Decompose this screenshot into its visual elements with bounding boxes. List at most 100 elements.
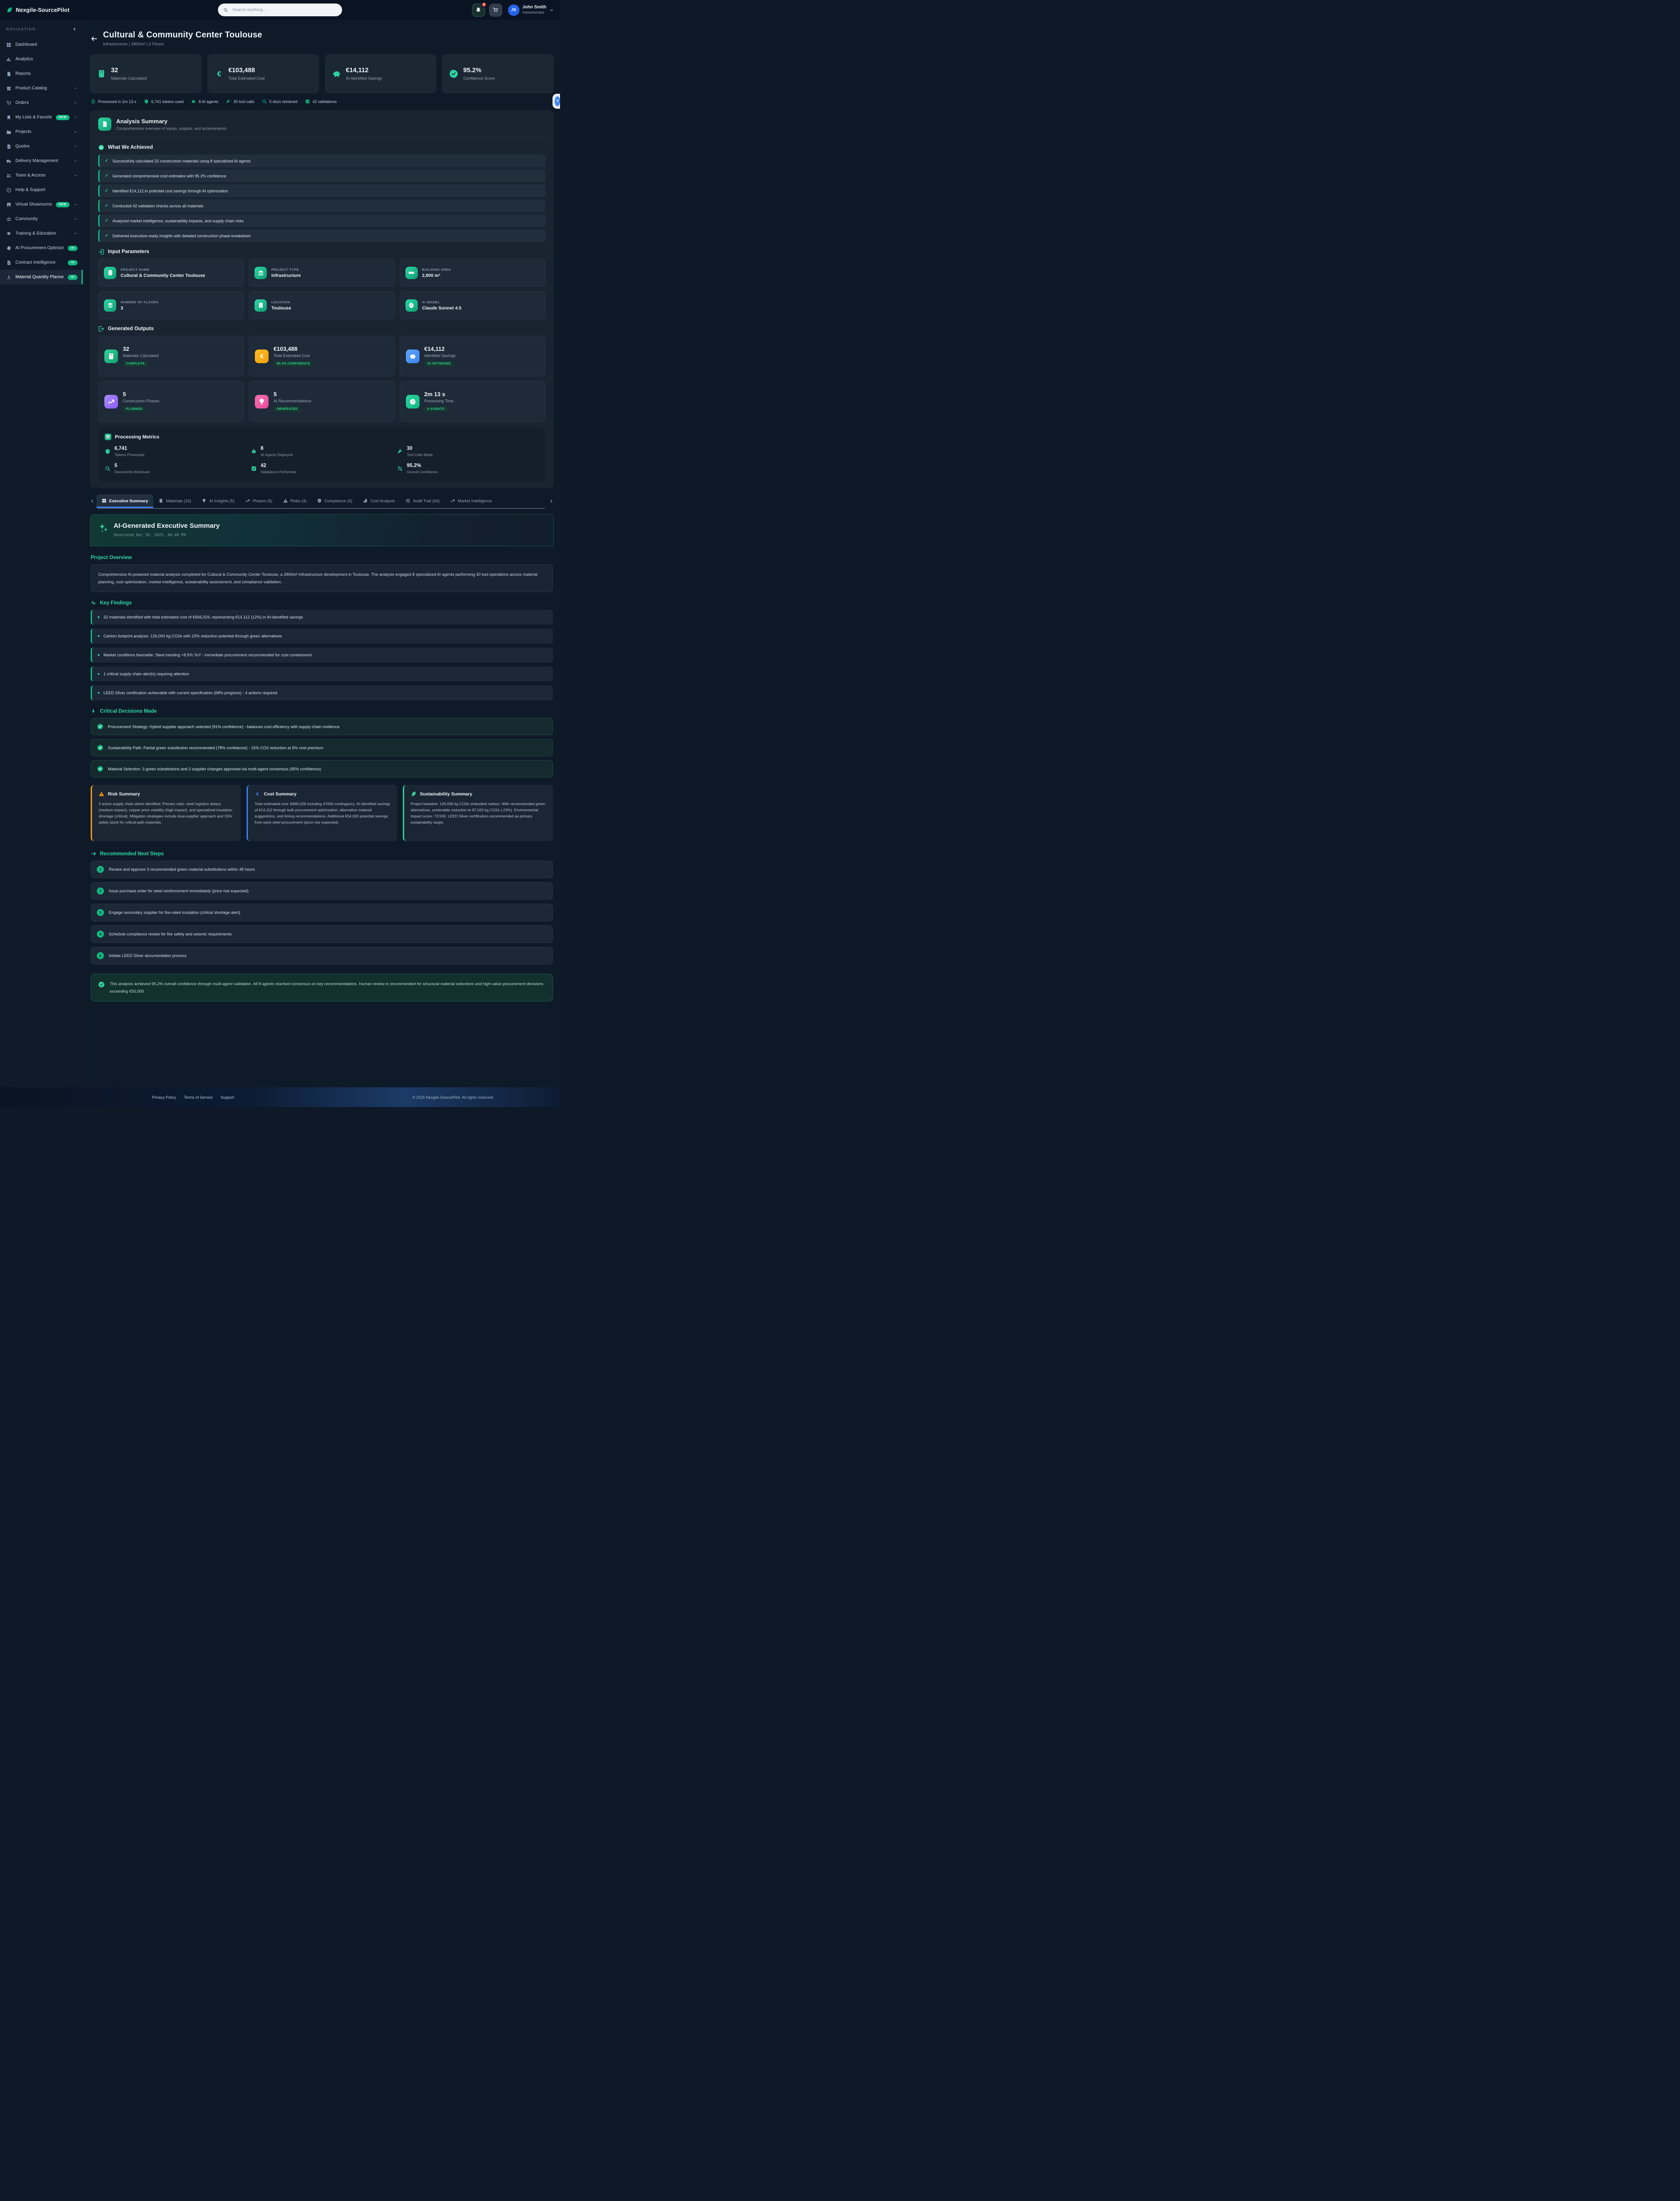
search-input[interactable] xyxy=(232,7,337,13)
processing-chip: 8 AI agents xyxy=(191,99,218,104)
sidebar-item-icon xyxy=(6,260,11,265)
sidebar-item[interactable]: Delivery Management xyxy=(0,154,83,168)
brand[interactable]: Nexgile-SourcePilot xyxy=(6,7,70,13)
output-card: €14,112 Identified Savings AI-OPTIMIZED xyxy=(400,336,545,376)
input-parameter-card: AI MODEL Claude Sonnet 4.5 xyxy=(400,291,545,319)
arrow-right-icon xyxy=(91,851,96,857)
parameter-label: PROJECT TYPE xyxy=(271,268,301,272)
parameter-value: 3 xyxy=(121,306,158,311)
back-button[interactable] xyxy=(91,35,98,42)
tab-label: Risks (4) xyxy=(291,499,307,503)
tab[interactable]: Compliance (5) xyxy=(312,494,357,508)
chip-icon xyxy=(144,99,149,104)
floating-help-widget[interactable]: ? xyxy=(553,94,560,109)
achieved-title: What We Achieved xyxy=(108,145,153,150)
stat-value: €103,488 xyxy=(228,67,265,74)
step-number: 5 xyxy=(97,952,104,959)
sidebar-item[interactable]: Team & Access xyxy=(0,168,83,183)
sidebar-item[interactable]: Contract Intelligence AI xyxy=(0,255,83,270)
achievement-text: Identified €14,112 in potential cost sav… xyxy=(112,189,228,193)
tabs-scroll-left-icon[interactable] xyxy=(90,499,95,504)
metric-value: 8 xyxy=(261,446,293,451)
metric-label: Tokens Processed xyxy=(114,453,144,457)
bell-icon xyxy=(475,7,481,13)
step-text: Issue purchase order for steel reinforce… xyxy=(109,889,249,893)
check-circle-icon xyxy=(98,144,104,151)
tab-icon xyxy=(158,498,163,503)
tab[interactable]: Risks (4) xyxy=(278,494,312,508)
nav-section-label: NAVIGATION xyxy=(6,27,36,31)
metric-value: 42 xyxy=(261,463,296,468)
sidebar-item[interactable]: Quotes xyxy=(0,139,83,154)
notifications-button[interactable]: 2 xyxy=(472,4,485,17)
sidebar-item[interactable]: Material Quantity Planner AI xyxy=(0,270,83,284)
chip-text: 5 docs retrieved xyxy=(269,99,298,104)
sidebar-item[interactable]: AI Procurement Optimizer AI xyxy=(0,241,83,255)
sidebar-item[interactable]: Virtual Showrooms NEW xyxy=(0,197,83,212)
tab[interactable]: AI Insights (5) xyxy=(196,494,239,508)
sidebar-item[interactable]: My Lists & Favorites NEW xyxy=(0,110,83,125)
sidebar-item[interactable]: Training & Education xyxy=(0,226,83,241)
footer-link[interactable]: Support xyxy=(221,1095,234,1100)
footer-link[interactable]: Privacy Policy xyxy=(152,1095,176,1100)
executive-summary-banner: AI-Generated Executive Summary Generated… xyxy=(90,514,554,546)
tabs-scrollbar[interactable] xyxy=(98,508,545,509)
tab-icon xyxy=(317,498,322,503)
parameter-value: Infrastructure xyxy=(271,273,301,278)
output-icon xyxy=(98,326,104,332)
global-search[interactable] xyxy=(218,4,342,16)
tab[interactable]: Market Intelligence xyxy=(445,494,497,508)
verified-icon xyxy=(98,981,105,988)
parameter-value: Claude Sonnet 4.5 xyxy=(422,306,461,311)
parameter-label: PROJECT NAME xyxy=(121,268,205,272)
sidebar-item[interactable]: Community xyxy=(0,212,83,226)
chevron-down-icon xyxy=(74,173,77,177)
decision-text: Sustainability Path: Partial green subst… xyxy=(108,746,323,750)
sidebar: NAVIGATION Dashboard Analytics xyxy=(0,20,83,1087)
page-subtitle: Infrastructure | 2800m² | 3 Floors xyxy=(103,42,262,47)
chart-icon xyxy=(106,435,110,439)
tab[interactable]: Executive Summary xyxy=(96,494,153,508)
processing-chips: Processed in 2m 13 s 6,741 tokens used 8… xyxy=(91,99,554,104)
ai-badge: AI xyxy=(68,246,77,251)
parameter-icon xyxy=(258,269,264,276)
output-card: 2m 13 s Processing Time 8 AGENTS xyxy=(400,381,545,422)
sidebar-item[interactable]: Dashboard xyxy=(0,37,83,52)
tab[interactable]: Materials (32) xyxy=(153,494,196,508)
parameter-label: BUILDING AREA xyxy=(422,268,451,272)
chevron-down-icon xyxy=(74,130,77,134)
sidebar-item[interactable]: Projects xyxy=(0,125,83,139)
tabs-scroll-right-icon[interactable] xyxy=(549,499,554,504)
cart-button[interactable] xyxy=(489,4,502,17)
stat-icon xyxy=(449,69,458,78)
chip-text: Processed in 2m 13 s xyxy=(98,99,136,104)
exec-title: AI-Generated Executive Summary xyxy=(114,522,220,530)
avatar: JS xyxy=(508,4,519,16)
parameter-tile xyxy=(254,299,267,312)
tab[interactable]: Phases (5) xyxy=(240,494,278,508)
output-card-icon xyxy=(107,353,115,360)
sidebar-item-icon xyxy=(6,71,11,77)
output-card: 5 AI Recommendations GENERATED xyxy=(249,381,394,422)
tab[interactable]: Cost Analysis xyxy=(357,494,400,508)
sidebar-item-icon: ? xyxy=(6,188,11,193)
sidebar-item[interactable]: ? Help & Support xyxy=(0,183,83,197)
sidebar-item[interactable]: Reports xyxy=(0,66,83,81)
step-number: 3 xyxy=(97,909,104,916)
sidebar-item-label: Community xyxy=(15,217,70,221)
metric-value: 5 xyxy=(114,463,150,468)
tab[interactable]: Audit Trail (64) xyxy=(400,494,445,508)
summary-card: € Cost Summary Total estimated cost: €66… xyxy=(247,785,397,841)
sidebar-item[interactable]: Product Catalog xyxy=(0,81,83,96)
sidebar-item[interactable]: Analytics xyxy=(0,52,83,66)
user-menu[interactable]: JS John Smith Administrator xyxy=(508,4,554,16)
metric-icon xyxy=(105,449,111,454)
tab-icon xyxy=(245,498,250,503)
output-status-badge: GENERATED xyxy=(273,406,301,412)
decisions-title: Critical Decisions Made xyxy=(100,709,157,714)
footer-link[interactable]: Terms of Service xyxy=(184,1095,213,1100)
sidebar-item[interactable]: Orders xyxy=(0,96,83,110)
sidebar-item-label: Training & Education xyxy=(15,231,70,236)
sidebar-collapse-icon[interactable] xyxy=(72,27,77,31)
processing-chip: 42 validations xyxy=(305,99,337,104)
